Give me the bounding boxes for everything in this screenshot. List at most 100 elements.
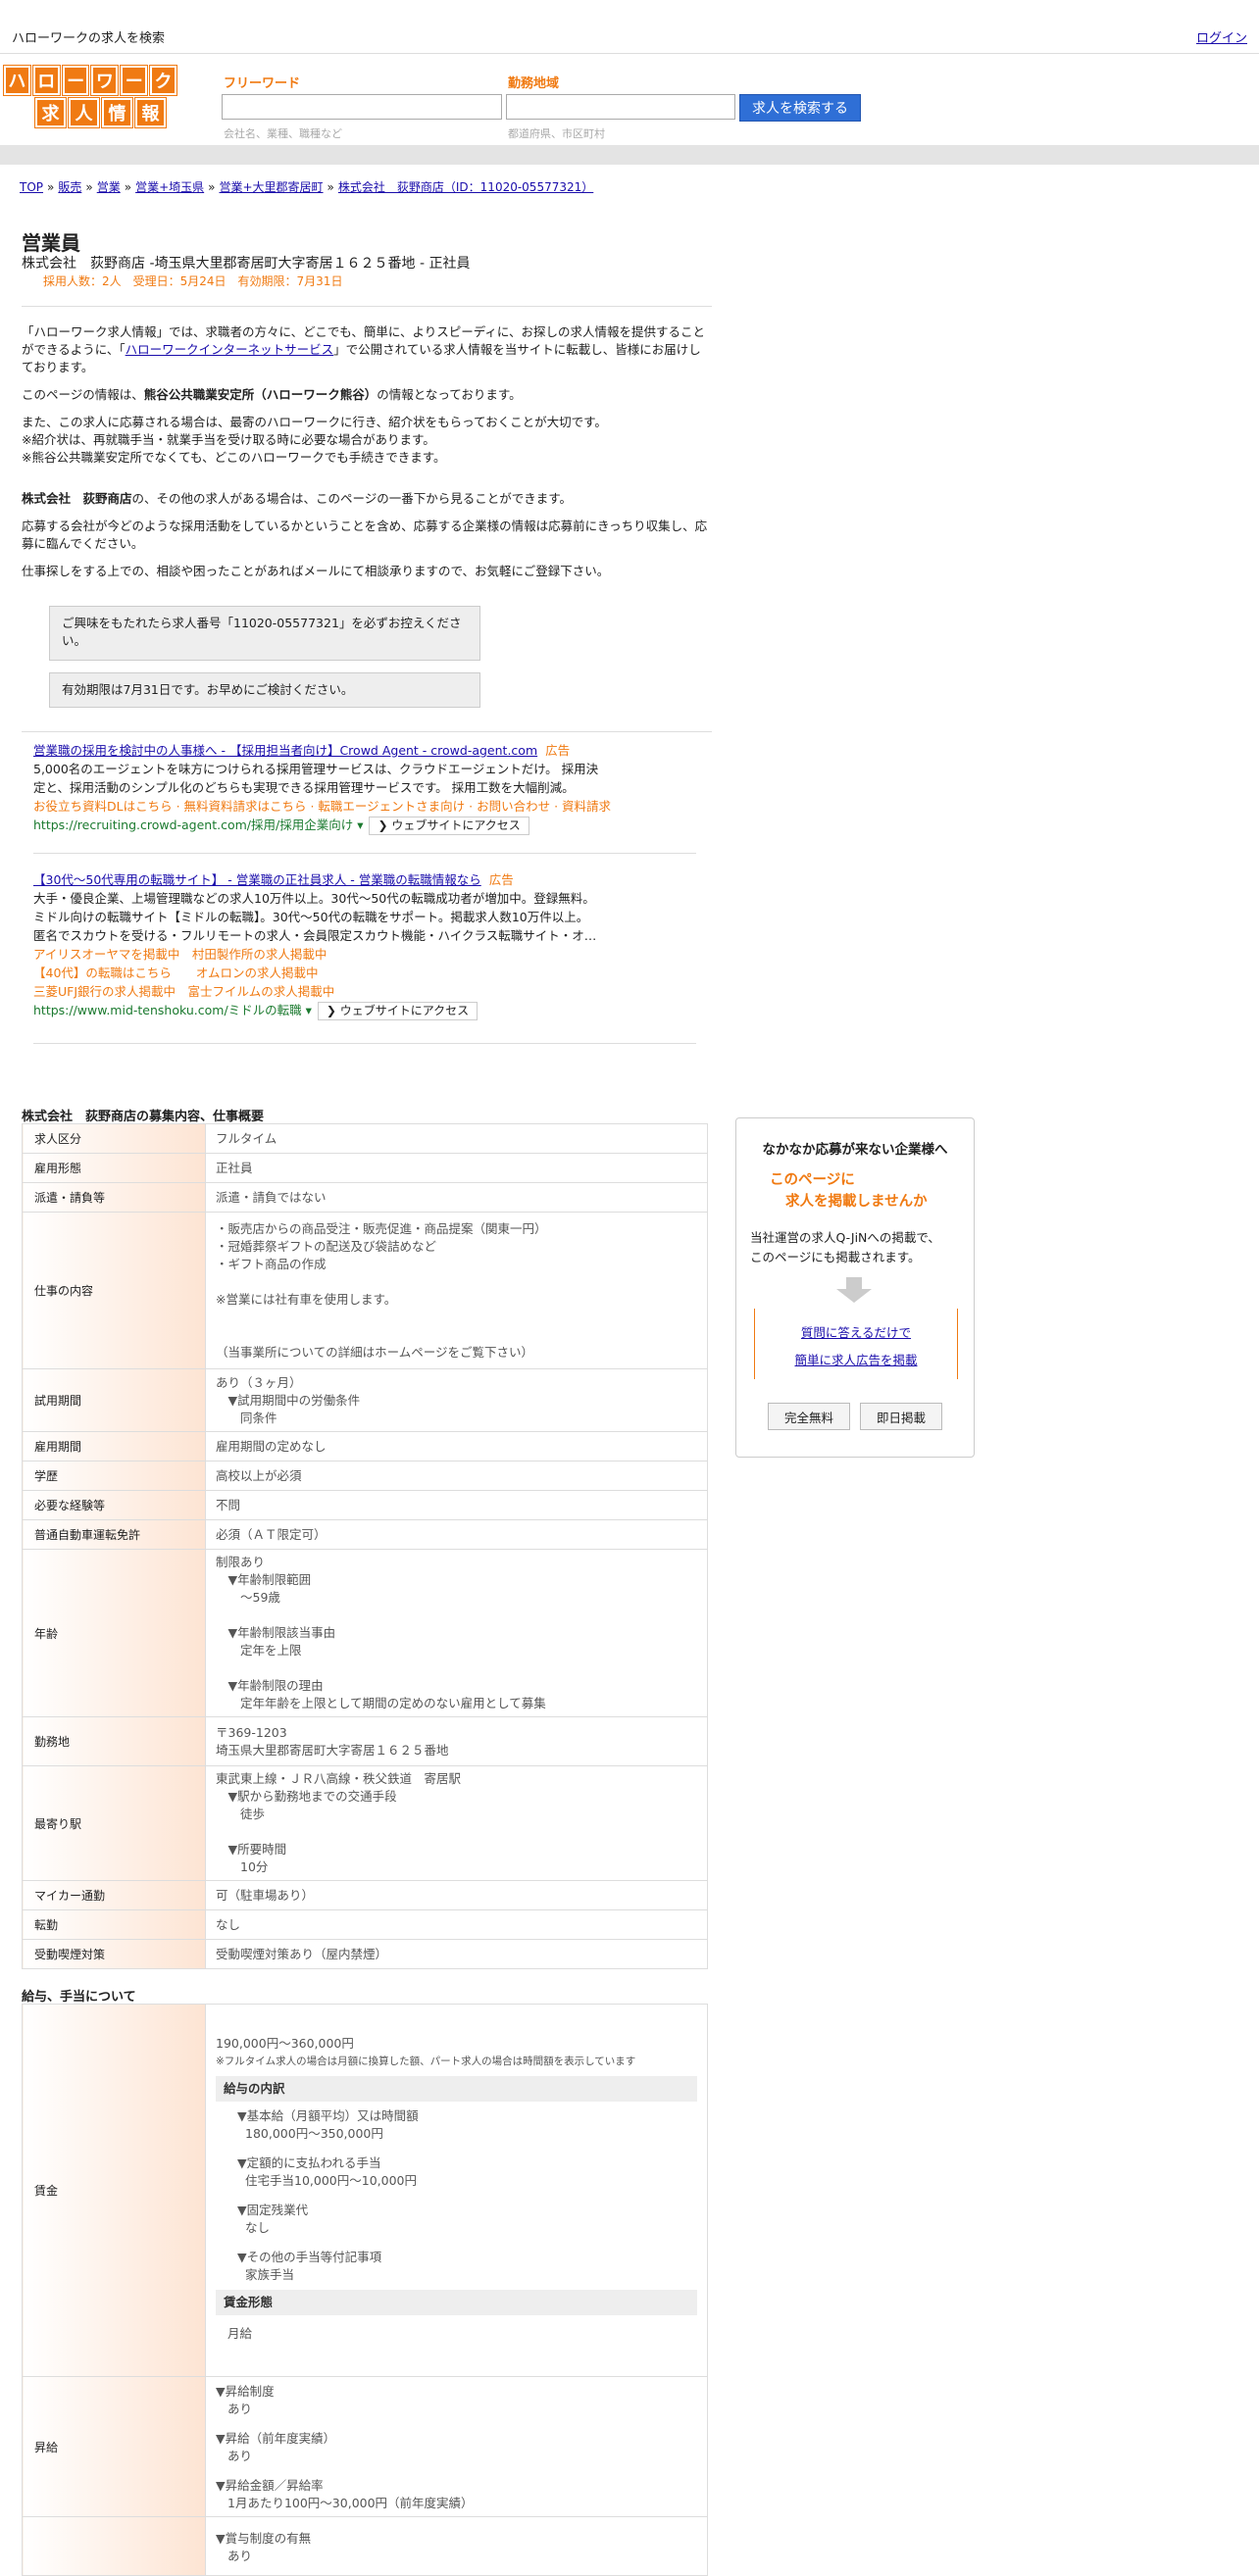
table-row: 最寄り駅 東武東上線・ＪＲ八高線・秩父鉄道 寄居駅 ▼駅から勤務地までの交通手段 …: [22, 1765, 708, 1881]
value-line: 定年を上限: [216, 1643, 302, 1658]
item-heading: ▼その他の手当等付記事項: [237, 2249, 382, 2264]
value-line: 雇用期間の定めなし: [216, 1438, 327, 1454]
breakdown-heading: 給与の内訳: [216, 2075, 697, 2102]
value-line: [216, 1326, 697, 1344]
value-line: 10分: [216, 1859, 269, 1874]
row-value: ▼賞与制度の有無 あり: [205, 2516, 708, 2576]
row-key: 雇用期間: [22, 1431, 206, 1461]
value-line: 〒369-1203: [216, 1724, 287, 1740]
intro-paragraph: 「ハローワーク求人情報」では、求職者の方々に、どこでも、簡単に、よりスピーディに…: [22, 324, 706, 374]
area-hint: 都道府県、市区町村: [508, 127, 605, 140]
row-key: 勤務地: [22, 1716, 206, 1766]
breadcrumb-separator: »: [47, 180, 55, 194]
promo-link[interactable]: 簡単に求人広告を掲載: [755, 1350, 957, 1368]
logo-char: ハ: [4, 66, 30, 95]
hellowork-link[interactable]: ハローワークインターネットサービス: [126, 342, 334, 357]
ad-sitelinks[interactable]: 【40代】の転職はこちら オムロンの求人掲載中: [33, 964, 710, 982]
promo-link[interactable]: 質問に答えるだけで: [755, 1322, 957, 1341]
item-heading: ▼昇給（前年度実績）: [216, 2431, 336, 2446]
row-value: 〒369-1203 埼玉県大里郡寄居町大字寄居１６２５番地: [205, 1716, 708, 1766]
row-key: [22, 2516, 206, 2576]
details-heading: 株式会社 荻野商店の募集内容、仕事概要: [22, 1110, 265, 1124]
freeword-label: フリーワード: [224, 76, 301, 91]
value-line: ▼所要時間: [216, 1842, 287, 1857]
breadcrumb-link[interactable]: 販売: [58, 180, 81, 194]
breadcrumb-link[interactable]: TOP: [20, 180, 43, 194]
table-row: マイカー通勤 可（駐車場あり）: [22, 1880, 708, 1910]
recruiter-promo: なかなか応募が来ない企業様へ このページに 求人を掲載しませんか 当社運営の求人…: [735, 1117, 975, 1458]
ad-sitelinks[interactable]: アイリスオーヤマを掲載中 村田製作所の求人掲載中: [33, 945, 710, 964]
ad-title-link[interactable]: 【30代～50代専用の転職サイト】 - 営業職の正社員求人 - 営業職の転職情報…: [33, 872, 481, 887]
row-value: フルタイム: [205, 1123, 708, 1154]
row-value: 必須（ＡＴ限定可）: [205, 1519, 708, 1550]
login-link[interactable]: ログイン: [1196, 27, 1247, 46]
table-row: 受動喫煙対策 受動喫煙対策あり（屋内禁煙）: [22, 1939, 708, 1969]
divider-bar: [0, 145, 1259, 165]
row-value: 派遣・請負ではない: [205, 1182, 708, 1213]
breadcrumb-separator: »: [327, 180, 334, 194]
logo-char: ワ: [91, 66, 119, 95]
freeword-hint: 会社名、業種、職種など: [224, 127, 342, 140]
row-key: 普通自動車運転免許: [22, 1519, 206, 1550]
row-key: 賃金: [22, 2004, 206, 2377]
breadcrumb-link[interactable]: 株式会社 荻野商店（ID：11020-05577321）: [338, 180, 593, 194]
ad-url[interactable]: https://www.mid-tenshoku.com/ミドルの転職: [33, 1003, 302, 1017]
area-label: 勤務地域: [508, 76, 560, 91]
ad-sitelinks[interactable]: お役立ち資料DLはこちら · 無料資料請求はこちら · 転職エージェントさま向け…: [33, 797, 710, 816]
free-button[interactable]: 完全無料: [768, 1403, 850, 1430]
job-meta: 採用人数：2人 受理日：5月24日 有効期限：7月31日: [43, 274, 343, 288]
breadcrumb: TOP» 販売» 営業» 営業+埼玉県» 営業+大里郡寄居町» 株式会社 荻野商店（ID：…: [20, 178, 593, 195]
visit-site-button[interactable]: ❯ ウェブサイトにアクセス: [317, 1002, 478, 1020]
table-row: 必要な経験等 不問: [22, 1490, 708, 1520]
row-value: あり（３ヶ月） ▼試用期間中の労働条件 同条件: [205, 1368, 708, 1432]
advice-paragraph: 応募する会社が今どのような採用活動をしているかということを含め、応募する企業様の…: [22, 519, 708, 551]
logo-char: ロ: [32, 66, 60, 95]
row-value: 高校以上が必須: [205, 1461, 708, 1491]
value-line: 高校以上が必須: [216, 1467, 302, 1483]
divider: [22, 731, 712, 732]
ad-url[interactable]: https://recruiting.crowd-agent.com/採用/採用…: [33, 817, 353, 832]
ad-desc: 定と、採用活動のシンプル化のどちらも実現できる採用管理サービスです。 採用工数を…: [33, 780, 575, 795]
row-value: ・販売店からの商品受注・販売促進・商品提案（関東一円） ・冠婚葬祭ギフトの配送及び…: [205, 1212, 708, 1369]
page-title: 営業員: [22, 231, 80, 255]
logo-char: 情: [102, 98, 132, 127]
area-input[interactable]: [506, 94, 735, 120]
ad-sitelinks[interactable]: 三菱UFJ銀行の求人掲載中 富士フイルムの求人掲載中: [33, 982, 710, 1001]
site-title: ハローワークの求人を検索: [12, 31, 166, 46]
breadcrumb-link[interactable]: 営業+大里郡寄居町: [219, 180, 323, 194]
table-row: 雇用形態 正社員: [22, 1153, 708, 1183]
table-row: 雇用期間 雇用期間の定めなし: [22, 1431, 708, 1461]
value-line: フルタイム: [216, 1130, 277, 1146]
row-key: マイカー通勤: [22, 1880, 206, 1910]
breadcrumb-link[interactable]: 営業: [97, 180, 121, 194]
freeword-input[interactable]: [222, 94, 502, 120]
breakdown-list: ▼基本給（月額平均）又は時間額 180,000円〜350,000円 ▼定額的に支払わ…: [216, 2107, 697, 2284]
row-key: 派遣・請負等: [22, 1182, 206, 1213]
row-key: 最寄り駅: [22, 1765, 206, 1881]
item-value: 180,000円〜350,000円: [245, 2125, 383, 2141]
ad-desc: 匿名でスカウトを受ける・フルリモートの求人・会員限定スカウト機能・ハイクラス転職…: [33, 928, 597, 943]
item-heading: ▼昇給金額／昇給率: [216, 2478, 324, 2493]
value-line: [216, 1309, 697, 1326]
visit-site-button[interactable]: ❯ ウェブサイトにアクセス: [369, 817, 529, 835]
wage-range: 190,000円〜360,000円: [216, 2035, 354, 2051]
row-key: 仕事の内容: [22, 1212, 206, 1369]
value-line: 制限あり: [216, 1555, 266, 1569]
same-day-button[interactable]: 即日掲載: [860, 1403, 942, 1430]
ad-tag: 広告: [545, 743, 571, 758]
value-line: ▼駅から勤務地までの交通手段: [216, 1789, 397, 1804]
ad-title-link[interactable]: 営業職の採用を検討中の人事様へ - 【採用担当者向け】Crowd Agent -…: [33, 743, 537, 758]
search-button[interactable]: 求人を検索する: [739, 94, 861, 122]
breadcrumb-link[interactable]: 営業+埼玉県: [135, 180, 204, 194]
value-line: ・販売店からの商品受注・販売促進・商品提案（関東一円）: [216, 1220, 547, 1236]
site-logo[interactable]: ハローワーク 求人情報: [4, 66, 176, 130]
row-value: 正社員: [205, 1153, 708, 1183]
value-line: [216, 1823, 697, 1841]
table-row: 賃金 190,000円〜360,000円 ※フルタイム求人の場合は月額に換算した…: [22, 2004, 708, 2377]
row-value: 190,000円〜360,000円 ※フルタイム求人の場合は月額に換算した額、パ…: [205, 2004, 708, 2377]
contact-paragraph: 仕事探しをする上での、相談や困ったことがあればメールにて相談承りますので、お気軽…: [22, 564, 610, 578]
item-heading: ▼賞与制度の有無: [216, 2530, 312, 2546]
ad-block: 【30代～50代専用の転職サイト】 - 営業職の正社員求人 - 営業職の転職情報…: [33, 870, 710, 1020]
value-line: 正社員: [216, 1160, 253, 1175]
row-key: 昇給: [22, 2376, 206, 2517]
